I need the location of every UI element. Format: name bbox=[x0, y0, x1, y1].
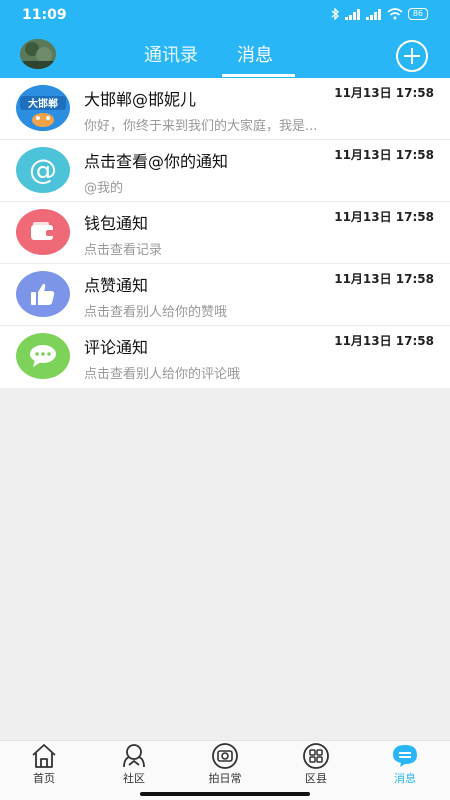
active-tab-indicator bbox=[222, 74, 295, 77]
at-icon: @ bbox=[16, 147, 70, 193]
comment-icon bbox=[16, 333, 70, 379]
item-title: 点击查看@你的通知 bbox=[84, 152, 229, 171]
item-preview: 点击查看别人给你的评论哦 bbox=[84, 367, 241, 382]
tabbar-label: 消息 bbox=[394, 772, 416, 785]
item-time: 11月13日 17:58 bbox=[334, 86, 434, 100]
status-time: 11:09 bbox=[22, 7, 67, 23]
item-time: 11月13日 17:58 bbox=[334, 210, 434, 224]
item-title: 评论通知 bbox=[84, 338, 149, 357]
wifi-icon bbox=[387, 8, 403, 20]
item-time: 11月13日 17:58 bbox=[334, 334, 434, 348]
tabbar-label: 拍日常 bbox=[208, 772, 242, 785]
message-icon bbox=[393, 745, 417, 767]
tab-messages[interactable]: 消息 bbox=[237, 41, 273, 67]
battery-indicator: 86 bbox=[407, 8, 428, 20]
bottom-tab-bar: 首页 社区 拍日常 区县 消息 bbox=[0, 740, 450, 800]
item-preview: @我的 bbox=[84, 181, 124, 196]
tabbar-home[interactable]: 首页 bbox=[14, 743, 74, 786]
tabbar-camera[interactable]: 拍日常 bbox=[195, 743, 255, 786]
item-title: 钱包通知 bbox=[84, 214, 149, 233]
list-item[interactable]: 钱包通知 点击查看记录 11月13日 17:58 bbox=[0, 202, 450, 264]
bluetooth-icon bbox=[331, 8, 339, 20]
list-item[interactable]: 评论通知 点击查看别人给你的评论哦 11月13日 17:58 bbox=[0, 326, 450, 388]
item-preview: 点击查看记录 bbox=[84, 243, 163, 258]
item-title: 点赞通知 bbox=[84, 276, 149, 295]
item-preview: 点击查看别人给你的赞哦 bbox=[84, 305, 228, 320]
wallet-icon bbox=[16, 209, 70, 255]
official-account-avatar: 大邯郸 bbox=[16, 85, 70, 131]
camera-icon bbox=[212, 743, 238, 769]
top-bar: 11:09 86 通讯录 消息 bbox=[0, 0, 450, 78]
list-item[interactable]: @ 点击查看@你的通知 @我的 11月13日 17:58 bbox=[0, 140, 450, 202]
nav-bar: 通讯录 消息 bbox=[0, 30, 450, 78]
avatar-logo-text: 大邯郸 bbox=[28, 97, 58, 110]
community-icon bbox=[123, 744, 145, 768]
add-button[interactable] bbox=[396, 40, 428, 72]
tabbar-messages[interactable]: 消息 bbox=[375, 743, 435, 786]
list-item[interactable]: 点赞通知 点击查看别人给你的赞哦 11月13日 17:58 bbox=[0, 264, 450, 326]
tabbar-label: 社区 bbox=[123, 772, 145, 785]
status-icons: 86 bbox=[330, 8, 428, 20]
thumbs-up-icon bbox=[16, 271, 70, 317]
item-preview: 你好，你终于来到我们的大家庭，我是... bbox=[84, 119, 318, 134]
status-bar: 11:09 86 bbox=[0, 0, 450, 30]
message-list: 大邯郸 大邯郸@邯妮儿 你好，你终于来到我们的大家庭，我是... 11月13日 … bbox=[0, 78, 450, 388]
tabbar-label: 首页 bbox=[33, 772, 55, 785]
tabbar-district[interactable]: 区县 bbox=[286, 743, 346, 786]
list-item[interactable]: 大邯郸 大邯郸@邯妮儿 你好，你终于来到我们的大家庭，我是... 11月13日 … bbox=[0, 78, 450, 140]
user-avatar[interactable] bbox=[20, 39, 56, 69]
tabbar-label: 区县 bbox=[305, 772, 327, 785]
signal-icon bbox=[344, 8, 360, 20]
signal-icon-2 bbox=[365, 8, 381, 20]
tabbar-community[interactable]: 社区 bbox=[104, 743, 164, 786]
home-indicator[interactable] bbox=[140, 792, 310, 796]
item-time: 11月13日 17:58 bbox=[334, 148, 434, 162]
tab-contacts[interactable]: 通讯录 bbox=[144, 41, 198, 67]
district-icon bbox=[303, 743, 329, 769]
item-title: 大邯郸@邯妮儿 bbox=[84, 90, 197, 109]
home-icon bbox=[32, 744, 56, 768]
item-time: 11月13日 17:58 bbox=[334, 272, 434, 286]
